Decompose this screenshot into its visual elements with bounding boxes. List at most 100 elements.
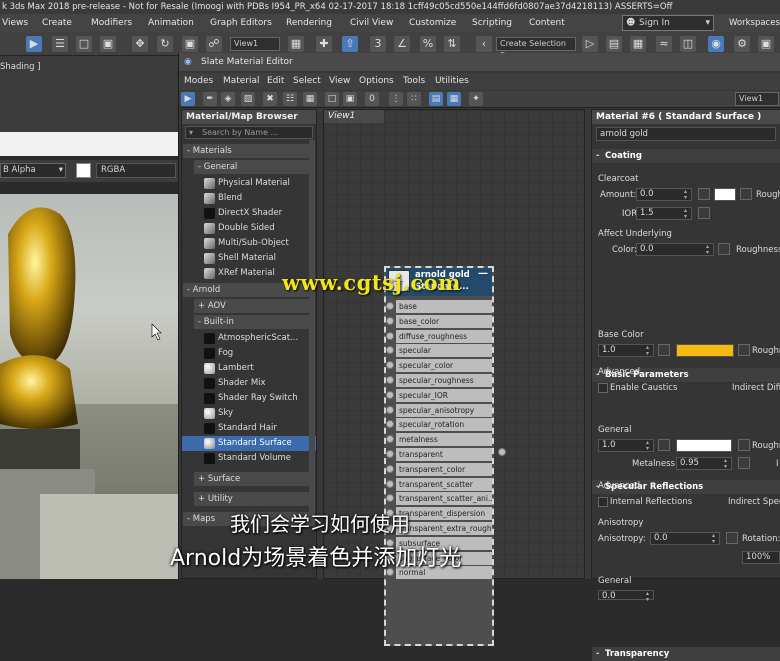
group-built-in[interactable]: - Built-in xyxy=(194,315,315,329)
specular-weight-spinner[interactable]: 1.0 xyxy=(598,439,654,452)
browser-scrollbar[interactable] xyxy=(309,140,315,520)
menu-content[interactable]: Content xyxy=(529,14,565,32)
slate-menu-view[interactable]: View xyxy=(329,73,350,90)
input-socket[interactable] xyxy=(386,420,394,429)
view-dropdown[interactable]: View1 xyxy=(735,92,779,106)
input-socket[interactable] xyxy=(386,405,394,414)
material-node[interactable]: ☼ arnold gold Standard... — base base_col… xyxy=(384,266,506,646)
coating-color-swatch[interactable] xyxy=(714,188,736,201)
menu-graph-editors[interactable]: Graph Editors xyxy=(210,14,272,32)
input-socket[interactable] xyxy=(386,376,394,384)
group-utility[interactable]: + Utility xyxy=(194,492,315,506)
list-item[interactable]: Blend xyxy=(182,191,316,206)
list-item[interactable]: Shader Ray Switch xyxy=(182,391,316,406)
menu-create[interactable]: Create xyxy=(42,14,72,32)
slate-menu-tools[interactable]: Tools xyxy=(403,73,425,90)
node-port[interactable]: base xyxy=(396,300,492,313)
input-socket[interactable] xyxy=(386,479,394,488)
snaps-toggle-icon[interactable]: 3 xyxy=(370,36,386,52)
select-by-material-icon[interactable]: ✦ xyxy=(469,92,483,106)
show-map-icon[interactable]: □ xyxy=(325,92,339,106)
menu-rendering[interactable]: Rendering xyxy=(286,14,332,32)
input-socket[interactable] xyxy=(386,464,394,473)
list-item[interactable]: Double Sided xyxy=(182,221,316,236)
sign-in-dropdown[interactable]: ☻ Sign In ▾ xyxy=(622,15,714,31)
hide-unused-icon[interactable]: ▦ xyxy=(303,92,317,106)
menu-modifiers[interactable]: Modifiers xyxy=(91,14,132,32)
metalness-spinner[interactable]: 0.95 xyxy=(676,457,732,470)
list-item[interactable]: Physical Material xyxy=(182,176,316,191)
window-crossing-icon[interactable]: ▣ xyxy=(100,36,116,52)
spinner-snap-icon[interactable]: ⇅ xyxy=(444,36,460,52)
base-map-button[interactable] xyxy=(658,344,670,356)
base-weight-spinner[interactable]: 1.0 xyxy=(598,344,654,357)
list-item[interactable]: AtmosphericScat... xyxy=(182,331,316,346)
group-surface[interactable]: + Surface xyxy=(194,472,315,486)
select-by-name-icon[interactable]: ☰ xyxy=(52,36,68,52)
amount-map-button[interactable] xyxy=(698,188,710,200)
edit-named-selection-icon[interactable]: ‹ xyxy=(476,36,492,52)
angle-snap-icon[interactable]: ∠ xyxy=(394,36,410,52)
input-socket[interactable] xyxy=(386,494,394,503)
schematic-view-icon[interactable]: ◫ xyxy=(680,36,696,52)
lay-out-children-icon[interactable]: ∷ xyxy=(407,92,421,106)
node-port[interactable]: diffuse_roughness xyxy=(396,329,492,343)
color-swatch[interactable] xyxy=(76,163,91,178)
parameter-editor-icon[interactable]: ▦ xyxy=(447,92,461,106)
keyboard-shortcut-icon[interactable]: ⇧ xyxy=(342,36,358,52)
selection-set-dropdown[interactable]: Create Selection Se xyxy=(496,37,576,60)
select-object-icon[interactable]: ▶ xyxy=(26,36,42,52)
assign-material-icon[interactable]: ▨ xyxy=(241,92,255,106)
output-socket[interactable] xyxy=(498,448,506,456)
coating-map-button[interactable] xyxy=(740,188,752,200)
search-input[interactable]: ▾ Search by Name ... xyxy=(185,126,313,139)
underlying-color-spinner[interactable]: 0.0 xyxy=(636,243,714,256)
node-port[interactable]: transparent_color xyxy=(396,462,492,476)
node-port[interactable]: metalness xyxy=(396,433,492,447)
group-materials[interactable]: - Materials xyxy=(183,144,315,158)
group-general[interactable]: - General xyxy=(194,160,315,174)
input-socket[interactable] xyxy=(386,316,394,325)
specular-color-swatch[interactable] xyxy=(676,439,732,452)
lay-out-all-icon[interactable]: ⋮ xyxy=(389,92,403,106)
reference-coord-dropdown[interactable]: View1 xyxy=(230,37,280,51)
slate-menu-select[interactable]: Select xyxy=(293,73,321,90)
slate-menu-utilities[interactable]: Utilities xyxy=(435,73,469,90)
menu-civil-view[interactable]: Civil View xyxy=(350,14,393,32)
channel-dropdown[interactable]: B Alpha ▾ xyxy=(0,163,66,178)
metalness-map-button[interactable] xyxy=(738,457,750,469)
mirror-icon[interactable]: ▷ xyxy=(582,36,598,52)
select-tool-icon[interactable]: ▶ xyxy=(181,92,195,106)
node-port[interactable]: base_color xyxy=(396,314,492,328)
list-item[interactable]: DirectX Shader xyxy=(182,206,316,221)
list-item[interactable]: Multi/Sub-Object xyxy=(182,236,316,251)
ior-spinner[interactable]: 1.5 xyxy=(636,207,692,220)
select-manipulate-icon[interactable]: ✚ xyxy=(316,36,332,52)
input-socket[interactable] xyxy=(386,302,394,310)
pick-material-icon[interactable]: ✒ xyxy=(203,92,217,106)
enable-caustics-checkbox[interactable] xyxy=(598,383,608,393)
pivot-icon[interactable]: ▦ xyxy=(288,36,304,52)
zoom-level[interactable]: 100% xyxy=(742,551,780,564)
list-item[interactable]: Shell Material xyxy=(182,251,316,266)
node-port[interactable]: transparent xyxy=(396,448,492,461)
layer-explorer-icon[interactable]: ▦ xyxy=(630,36,646,52)
list-item[interactable]: Sky xyxy=(182,406,316,421)
material-map-browser-icon[interactable]: ▤ xyxy=(429,92,443,106)
render-frame-icon[interactable]: ▣ xyxy=(758,36,774,52)
specular-map-button[interactable] xyxy=(658,439,670,451)
put-to-scene-icon[interactable]: ◈ xyxy=(221,92,235,106)
menu-animation[interactable]: Animation xyxy=(148,14,194,32)
move-children-icon[interactable]: ☷ xyxy=(283,92,297,106)
ior-map-button[interactable] xyxy=(698,207,710,219)
section-coating[interactable]: Coating xyxy=(592,149,780,163)
material-id-icon[interactable]: 0 xyxy=(365,92,379,106)
node-port[interactable]: transparent_dispersion xyxy=(396,507,492,521)
menu-scripting[interactable]: Scripting xyxy=(472,14,512,32)
node-port[interactable]: specular_roughness xyxy=(396,374,492,387)
input-socket[interactable] xyxy=(386,361,394,370)
input-socket[interactable] xyxy=(386,346,394,355)
slate-menu-options[interactable]: Options xyxy=(359,73,394,90)
material-editor-icon[interactable]: ◉ xyxy=(708,36,724,52)
node-port[interactable]: specular_anisotropy xyxy=(396,403,492,417)
